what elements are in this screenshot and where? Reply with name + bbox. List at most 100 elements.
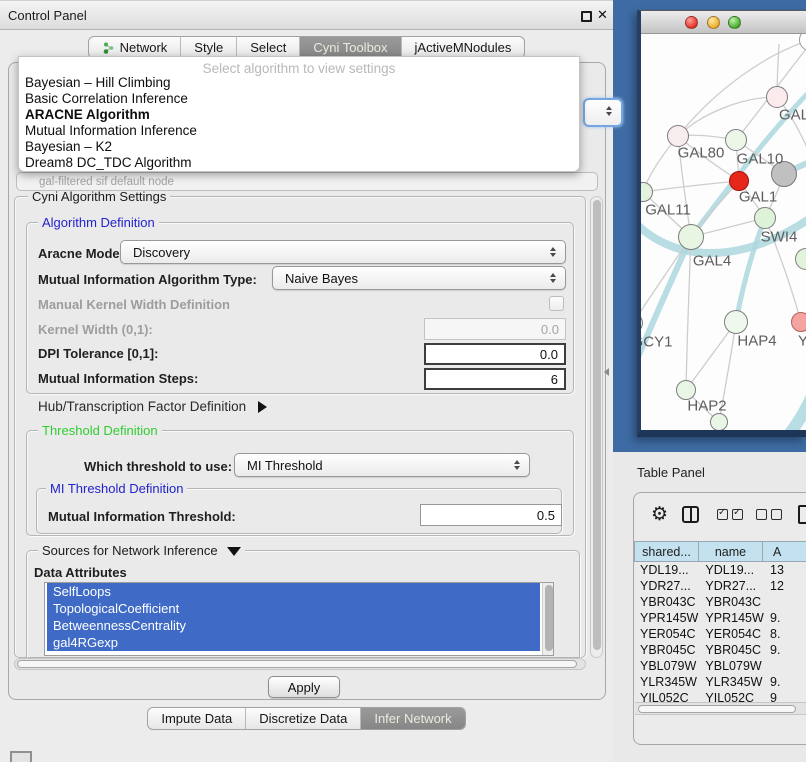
table-panel-title: Table Panel [637,465,705,480]
algorithm-dropdown-popup: Select algorithm to view settings Bayesi… [18,56,580,172]
mi-steps-field[interactable]: 6 [424,368,566,390]
network-node-y[interactable] [791,312,806,332]
mi-type-label: Mutual Information Algorithm Type: [38,272,257,287]
tab-network[interactable]: Network [89,37,182,58]
table-row[interactable]: YLR345W YLR345W 9. [634,674,806,690]
algorithm-option[interactable]: Basic Correlation Inference [19,91,579,107]
network-node-bottom[interactable] [710,413,728,430]
mi-type-combo[interactable]: Naive Bayes [272,266,566,290]
node-label: HAP2 [687,398,726,415]
column-icon[interactable] [682,506,699,523]
table-row[interactable]: YBL079W YBL079W [634,658,806,674]
attributes-scrollbar[interactable] [542,583,553,655]
manual-kernel-checkbox[interactable] [549,296,564,311]
gear-icon[interactable]: ⚙ [651,503,668,525]
network-node-hap4[interactable] [724,310,748,334]
tab-jactivemnodules[interactable]: jActiveMNodules [402,37,525,58]
threshold-definition-title: Threshold Definition [38,423,162,438]
unchecked-pair-icon[interactable] [756,509,782,520]
float-icon[interactable] [581,11,592,22]
table-row[interactable]: YDL19... YDL19... 13 [634,562,806,578]
network-window-titlebar[interactable] [641,11,806,34]
network-node-swi4[interactable] [754,207,776,229]
expand-down-icon [227,547,241,556]
which-threshold-label: Which threshold to use: [84,459,232,474]
column-header[interactable]: name [699,541,763,562]
sources-group-title[interactable]: Sources for Network Inference [38,543,245,558]
algorithm-option-highlighted[interactable]: ARACNE Algorithm [19,107,579,123]
algorithm-option[interactable]: Dream8 DC_TDC Algorithm [19,155,579,171]
algorithm-option[interactable]: Mutual Information Inference [19,123,579,139]
column-header[interactable]: A [763,541,806,562]
kernel-width-label: Kernel Width (0,1): [38,322,153,337]
settings-vscrollbar[interactable] [590,196,603,658]
network-node-gal4[interactable] [678,224,704,250]
close-icon[interactable]: ✕ [597,7,608,23]
splitter-collapse-icon[interactable] [604,368,609,376]
docked-panel-icon[interactable] [10,751,32,762]
mi-threshold-group-title: MI Threshold Definition [46,481,187,496]
table-row[interactable]: YDR27... YDR27... 12 [634,578,806,594]
which-threshold-combo[interactable]: MI Threshold [234,453,530,477]
data-attributes-list: SelfLoops TopologicalCoefficient Between… [44,582,554,656]
column-header[interactable]: shared... [634,541,699,562]
table-row[interactable]: YPR145W YPR145W 9. [634,610,806,626]
tab-discretize-data[interactable]: Discretize Data [246,708,361,729]
close-traffic-icon[interactable] [685,16,698,29]
minimize-traffic-icon[interactable] [707,16,720,29]
algorithm-option[interactable]: Bayesian – Hill Climbing [19,75,579,91]
node-label: GAL10 [737,151,784,168]
table-row[interactable]: YER054C YER054C 8. [634,626,806,642]
tab-impute-data[interactable]: Impute Data [148,708,246,729]
algorithm-definition-title: Algorithm Definition [38,215,159,230]
attribute-item[interactable]: gal4RGexp [47,634,540,651]
node-label: GAL11 [645,202,691,219]
aracne-mode-label: Aracne Mode: [38,246,124,261]
table-hscrollbar[interactable] [635,702,806,715]
attribute-item[interactable]: SelfLoops [47,583,540,600]
new-table-icon[interactable] [798,505,806,524]
settings-hscrollbar[interactable] [14,658,586,670]
algorithm-placeholder: Select algorithm to view settings [19,57,579,75]
mi-threshold-field[interactable]: 0.5 [420,504,562,526]
node-label: Y [798,333,806,350]
network-selector-combo[interactable]: gal-filtered sif default node [16,172,598,191]
mi-type-value: Naive Bayes [285,271,358,286]
table-panel: ⚙ shared... name A YDL19... YDL19... 13 … [633,492,806,745]
tab-select[interactable]: Select [237,37,300,58]
node-label: GAL [779,107,806,124]
apply-button[interactable]: Apply [268,676,340,698]
aracne-mode-combo[interactable]: Discovery [120,240,566,264]
network-node-gal10[interactable] [725,129,747,151]
zoom-traffic-icon[interactable] [728,16,741,29]
stepper-icon [514,460,520,470]
network-canvas[interactable]: GAL80 GAL10 GAL1 SWI4 GAL11 GAL4 GCY1 HA… [641,34,806,430]
tab-cyni-toolbox[interactable]: Cyni Toolbox [300,37,401,58]
table-row[interactable]: YBR043C YBR043C [634,594,806,610]
stepper-icon [550,273,556,283]
bottom-tabbar: Impute Data Discretize Data Infer Networ… [0,707,613,730]
table-header-row: shared... name A [634,541,806,562]
node-label: HAP4 [737,333,776,350]
network-icon [102,41,115,55]
table-row[interactable]: YBR045C YBR045C 9. [634,642,806,658]
node-label: SWI4 [761,229,798,246]
algorithm-option[interactable]: Bayesian – K2 [19,139,579,155]
tab-style[interactable]: Style [181,37,237,58]
attribute-item[interactable]: TopologicalCoefficient [47,600,540,617]
control-panel-titlebar: Control Panel ✕ [0,0,613,30]
attribute-item[interactable]: BetweennessCentrality [47,617,540,634]
network-node-pink-top[interactable] [766,86,788,108]
hub-definition-toggle[interactable]: Hub/Transcription Factor Definition [38,399,267,414]
node-label: GCY1 [641,334,672,351]
which-threshold-value: MI Threshold [247,458,323,473]
network-window: GAL80 GAL10 GAL1 SWI4 GAL11 GAL4 GCY1 HA… [637,10,806,437]
stepper-icon [606,106,612,116]
kernel-width-field[interactable]: 0.0 [424,318,566,340]
mi-steps-label: Mutual Information Steps: [38,371,198,386]
dpi-tolerance-field[interactable]: 0.0 [424,343,566,365]
tab-infer-network[interactable]: Infer Network [361,708,464,729]
node-label: GAL4 [693,253,731,270]
control-panel: Control Panel ✕ Network Style Select Cyn… [0,0,613,762]
checked-pair-icon[interactable] [717,509,743,520]
